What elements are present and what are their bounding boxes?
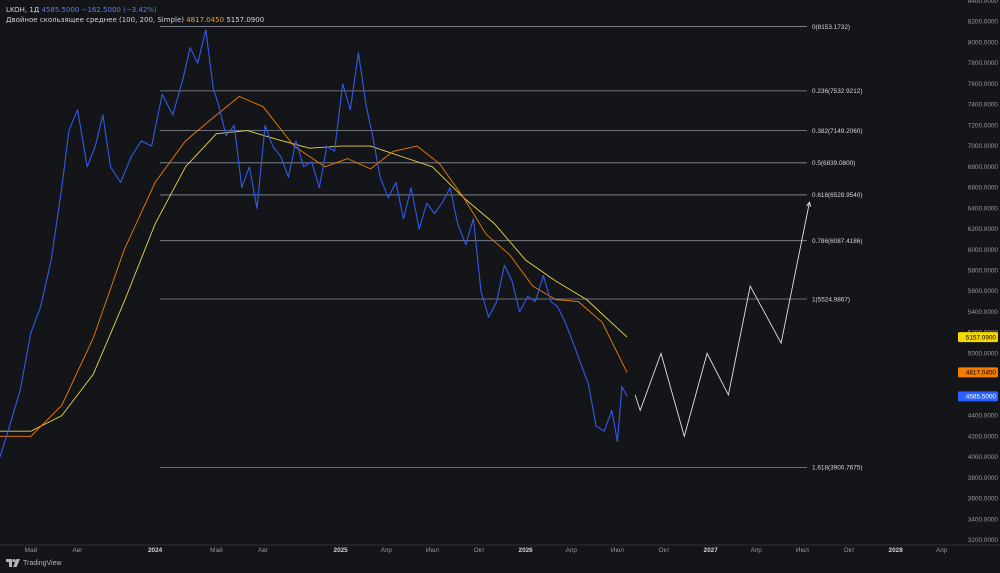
fib-level-label: 0(8153.1732) bbox=[812, 24, 850, 31]
y-tick-label: 5800.0000 bbox=[968, 268, 999, 275]
y-tick-label: 6800.0000 bbox=[968, 164, 999, 171]
legend-indicator-row[interactable]: Двойное скользящее среднее (100, 200, Si… bbox=[6, 15, 264, 25]
fib-level-label: 0.382(7149.2060) bbox=[812, 128, 862, 135]
price-tag-label: 5157.0900 bbox=[966, 334, 997, 341]
x-tick-label: Апр bbox=[751, 547, 763, 554]
y-tick-label: 6400.0000 bbox=[968, 205, 999, 212]
y-tick-label: 7800.0000 bbox=[968, 60, 999, 67]
y-tick-label: 4000.0000 bbox=[968, 454, 999, 461]
legend-indicator-name[interactable]: Двойное скользящее среднее (100, 200, Si… bbox=[6, 16, 184, 24]
y-tick-label: 4400.0000 bbox=[968, 413, 999, 420]
y-tick-label: 6200.0000 bbox=[968, 226, 999, 233]
chart-legend: LKOH, 1Д 4585.5000 −162.5000 (−3.42%) Дв… bbox=[6, 5, 264, 25]
y-tick-label: 3200.0000 bbox=[968, 537, 999, 544]
fib-level-label: 0.786(6087.4186) bbox=[812, 238, 862, 245]
y-tick-label: 6600.0000 bbox=[968, 185, 999, 192]
y-tick-label: 8000.0000 bbox=[968, 39, 999, 46]
x-tick-label: Апр bbox=[381, 547, 393, 554]
fib-level-label: 0.236(7532.9212) bbox=[812, 88, 862, 95]
legend-price: 4585.5000 bbox=[41, 6, 80, 14]
x-tick-label: Май bbox=[210, 546, 223, 554]
x-tick-label: Окт bbox=[844, 547, 855, 554]
y-tick-label: 3800.0000 bbox=[968, 475, 999, 482]
x-tick-label: 2027 bbox=[704, 547, 719, 554]
x-tick-label: Апр bbox=[566, 547, 578, 554]
x-tick-label: Июл bbox=[796, 547, 809, 554]
x-tick-label: Апр bbox=[936, 547, 948, 554]
y-tick-label: 8200.0000 bbox=[968, 19, 999, 26]
y-tick-label: 3600.0000 bbox=[968, 496, 999, 503]
x-tick-label: Июл bbox=[426, 547, 439, 554]
x-tick-label: Окт bbox=[474, 547, 485, 554]
x-tick-label: Авг bbox=[73, 547, 84, 554]
x-tick-label: 2024 bbox=[148, 547, 163, 554]
y-tick-label: 4200.0000 bbox=[968, 433, 999, 440]
x-tick-label: Июл bbox=[611, 547, 624, 554]
y-tick-label: 7400.0000 bbox=[968, 102, 999, 109]
tradingview-logo-text: TradingView bbox=[23, 559, 62, 567]
x-tick-label: Окт bbox=[659, 547, 670, 554]
price-tag-label: 4585.5000 bbox=[966, 394, 997, 401]
fib-level-label: 0.5(6839.0800) bbox=[812, 160, 855, 167]
y-tick-label: 7200.0000 bbox=[968, 122, 999, 129]
y-tick-label: 5400.0000 bbox=[968, 309, 999, 316]
y-tick-label: 3400.0000 bbox=[968, 516, 999, 523]
y-tick-label: 5600.0000 bbox=[968, 288, 999, 295]
x-tick-label: 2025 bbox=[334, 547, 349, 554]
fib-level-label: 1(5524.9867) bbox=[812, 296, 850, 303]
legend-ma-slow-value: 5157.0900 bbox=[226, 16, 265, 24]
tradingview-logo[interactable]: TradingView bbox=[6, 559, 62, 567]
legend-ma-fast-value: 4817.0450 bbox=[186, 16, 225, 24]
x-tick-label: 2026 bbox=[519, 547, 534, 554]
legend-change: −162.5000 (−3.42%) bbox=[81, 6, 157, 14]
fib-level-label: 0.618(6528.9540) bbox=[812, 192, 862, 199]
price-tag-label: 4817.0450 bbox=[966, 370, 997, 377]
x-tick-label: 2028 bbox=[889, 547, 904, 554]
x-tick-label: Авг bbox=[258, 547, 269, 554]
y-tick-label: 7000.0000 bbox=[968, 143, 999, 150]
y-tick-label: 5000.0000 bbox=[968, 350, 999, 357]
y-tick-label: 8400.0000 bbox=[968, 0, 999, 5]
legend-symbol-row[interactable]: LKOH, 1Д 4585.5000 −162.5000 (−3.42%) bbox=[6, 5, 264, 15]
price-chart[interactable]: 0(8153.1732) 0.236(7532.9212) 0.382(7149.2… bbox=[0, 0, 1000, 573]
x-tick-label: Май bbox=[25, 546, 38, 554]
fib-level-label: 1.618(3900.7675) bbox=[812, 465, 862, 472]
legend-symbol[interactable]: LKOH, 1Д bbox=[6, 6, 39, 14]
tradingview-logo-icon bbox=[6, 559, 20, 567]
y-tick-label: 6000.0000 bbox=[968, 247, 999, 254]
y-tick-label: 7600.0000 bbox=[968, 81, 999, 88]
